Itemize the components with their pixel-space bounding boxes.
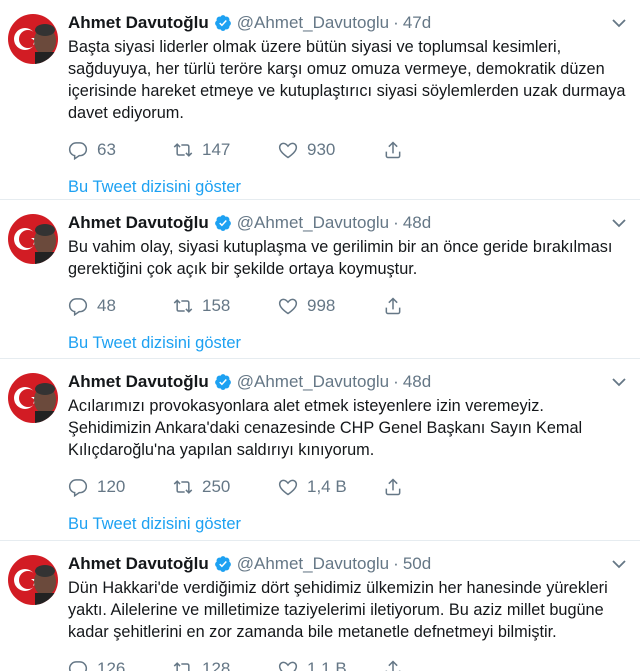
reply-button[interactable]: 63 [68, 140, 173, 160]
share-icon [385, 478, 401, 496]
retweet-count: 128 [202, 659, 231, 671]
retweet-icon [173, 299, 193, 313]
show-thread-link[interactable]: Bu Tweet dizisini göster [68, 334, 630, 353]
avatar[interactable] [8, 555, 58, 605]
retweet-button[interactable]: 128 [173, 659, 278, 671]
chevron-down-icon[interactable] [612, 559, 626, 569]
retweet-icon [173, 480, 193, 494]
share-button[interactable] [383, 140, 488, 160]
retweet-icon [173, 662, 190, 671]
like-button[interactable]: 930 [278, 140, 383, 160]
retweet-count: 147 [202, 140, 231, 159]
tweet-actions: 48 158 998 [68, 295, 630, 317]
tweet[interactable]: Ahmet Davutoğlu @Ahmet_Davutoglu · 48d B… [0, 200, 640, 359]
tweet[interactable]: Ahmet Davutoğlu @Ahmet_Davutoglu · 48d A… [0, 359, 640, 541]
verified-badge-icon [214, 215, 231, 231]
tweet-actions: 63 147 930 [68, 139, 630, 161]
retweet-button[interactable]: 147 [173, 140, 278, 160]
reply-count: 120 [97, 477, 126, 496]
chevron-down-icon[interactable] [612, 18, 626, 28]
like-count: 1,1 B [307, 659, 347, 671]
reply-button[interactable]: 120 [68, 477, 173, 497]
separator-dot: · [393, 372, 399, 391]
share-icon [385, 297, 401, 315]
tweet[interactable]: Ahmet Davutoğlu @Ahmet_Davutoglu · 47d B… [0, 0, 640, 200]
share-button[interactable] [383, 477, 488, 497]
retweet-count: 158 [202, 296, 231, 315]
tweet-timestamp[interactable]: 48d [403, 371, 431, 393]
avatar[interactable] [8, 14, 58, 64]
tweet-actions: 120 250 1,4 B [68, 476, 630, 498]
show-thread-link[interactable]: Bu Tweet dizisini göster [68, 515, 630, 534]
tweet-timestamp[interactable]: 50d [403, 553, 431, 575]
verified-badge-icon [214, 15, 231, 31]
author-name[interactable]: Ahmet Davutoğlu [68, 12, 209, 34]
tweet-timestamp[interactable]: 47d [403, 12, 431, 34]
like-icon [278, 142, 298, 159]
retweet-button[interactable]: 250 [173, 477, 278, 497]
share-button[interactable] [383, 659, 488, 671]
tweet-text: Acılarımızı provokasyonlara alet etmek i… [68, 397, 583, 459]
chevron-down-icon[interactable] [612, 218, 626, 228]
author-name[interactable]: Ahmet Davutoğlu [68, 553, 209, 575]
retweet-button[interactable]: 158 [173, 296, 278, 316]
tweet-header: Ahmet Davutoğlu @Ahmet_Davutoglu · 47d [68, 12, 630, 34]
like-button[interactable]: 1,4 B [278, 477, 383, 497]
separator-dot: · [393, 554, 399, 573]
separator-dot: · [393, 213, 399, 232]
author-name[interactable]: Ahmet Davutoğlu [68, 371, 209, 393]
share-button[interactable] [383, 296, 488, 316]
reply-count: 126 [97, 659, 126, 671]
like-icon [278, 479, 298, 496]
verified-badge-icon [214, 374, 231, 390]
reply-count: 63 [97, 140, 116, 159]
retweet-count: 250 [202, 477, 231, 496]
separator-dot: · [393, 13, 399, 32]
avatar[interactable] [8, 214, 58, 264]
share-icon [385, 660, 401, 671]
like-button[interactable]: 1,1 B [278, 659, 383, 671]
tweet-header: Ahmet Davutoğlu @Ahmet_Davutoglu · 48d [68, 212, 630, 234]
retweet-icon [173, 143, 193, 157]
tweet-text: Dün Hakkari'de verdiğimiz dört şehidimiz… [68, 579, 608, 641]
like-button[interactable]: 998 [278, 296, 383, 316]
avatar[interactable] [8, 373, 58, 423]
like-icon [278, 661, 298, 671]
like-count: 998 [307, 296, 336, 315]
reply-button[interactable]: 126 [68, 659, 173, 671]
verified-badge-icon [214, 556, 231, 572]
author-handle[interactable]: @Ahmet_Davutoglu [237, 212, 389, 234]
author-handle[interactable]: @Ahmet_Davutoglu [237, 371, 389, 393]
like-icon [278, 298, 298, 315]
author-handle[interactable]: @Ahmet_Davutoglu [237, 553, 389, 575]
tweet-header: Ahmet Davutoğlu @Ahmet_Davutoglu · 48d [68, 371, 630, 393]
author-handle[interactable]: @Ahmet_Davutoglu [237, 12, 389, 34]
show-thread-link[interactable]: Bu Tweet dizisini göster [68, 178, 630, 197]
like-count: 1,4 B [307, 477, 347, 496]
author-name[interactable]: Ahmet Davutoğlu [68, 212, 209, 234]
chevron-down-icon[interactable] [612, 377, 626, 387]
tweet-actions: 126 128 1,1 B [68, 658, 630, 671]
reply-icon [68, 142, 88, 160]
reply-icon [68, 298, 88, 316]
reply-count: 48 [97, 296, 116, 315]
reply-button[interactable]: 48 [68, 296, 173, 316]
tweet-timeline: Ahmet Davutoğlu @Ahmet_Davutoglu · 47d B… [0, 0, 640, 671]
reply-icon [68, 661, 88, 671]
share-icon [385, 141, 401, 159]
tweet-text: Başta siyasi liderler olmak üzere bütün … [68, 38, 626, 122]
tweet-header: Ahmet Davutoğlu @Ahmet_Davutoglu · 50d [68, 553, 630, 575]
tweet-text: Bu vahim olay, siyasi kutuplaşma ve geri… [68, 238, 613, 278]
tweet-timestamp[interactable]: 48d [403, 212, 431, 234]
tweet[interactable]: Ahmet Davutoğlu @Ahmet_Davutoglu · 50d D… [0, 541, 640, 671]
reply-icon [68, 479, 88, 497]
like-count: 930 [307, 140, 336, 159]
